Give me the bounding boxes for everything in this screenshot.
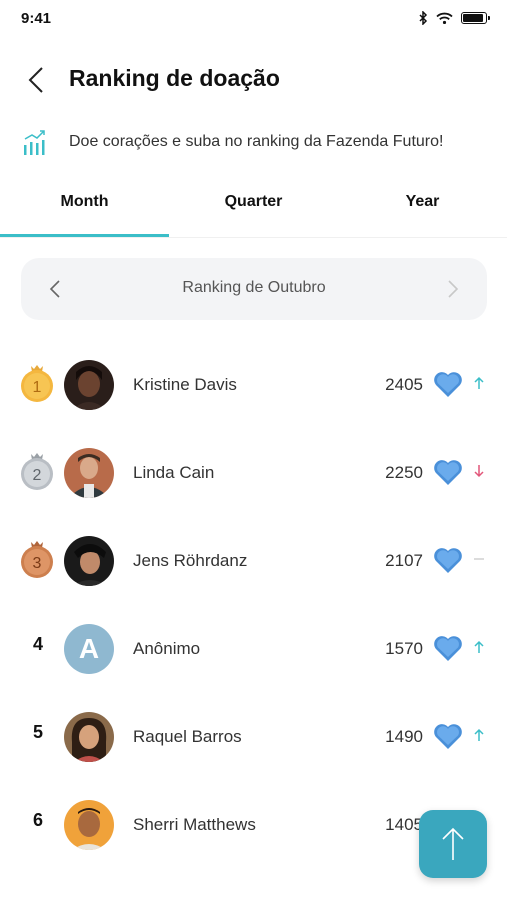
participant-name: Jens Röhrdanz: [133, 551, 248, 570]
medal-rank-number: 3: [33, 555, 42, 572]
trend-up-icon: [474, 728, 484, 741]
avatar: [64, 712, 114, 762]
trend-neutral-icon: [474, 558, 484, 560]
promo-banner: Doe corações e suba no ranking da Fazend…: [22, 127, 443, 157]
chart-growth-icon: [24, 130, 45, 155]
heart-icon: [434, 460, 462, 485]
avatar-letter: A: [78, 633, 100, 664]
ranking-row[interactable]: 3 Jens Röhrdanz 2107: [0, 516, 507, 604]
next-period-button[interactable]: [439, 276, 465, 302]
participant-name: Linda Cain: [133, 463, 215, 482]
avatar: [64, 360, 114, 410]
heart-icon: [434, 372, 462, 397]
trend-up-icon: [474, 376, 484, 389]
participant-name: Raquel Barros: [133, 727, 242, 746]
period-selector: Ranking de Outubro: [21, 258, 487, 320]
ranking-row[interactable]: 5 Raquel Barros 1490: [0, 692, 507, 780]
gold-medal-icon: 1: [21, 365, 53, 402]
participant-name: Kristine Davis: [133, 375, 237, 394]
arrow-up-icon: [442, 827, 464, 860]
heart-count: 1570: [385, 639, 423, 658]
participant-name: Sherri Matthews: [133, 815, 256, 834]
status-bar: 9:41: [0, 0, 507, 40]
status-time: 9:41: [21, 10, 52, 27]
ranking-row[interactable]: 2 Linda Cain 2250: [0, 428, 507, 516]
header: Ranking de doação: [0, 50, 507, 110]
chevron-right-icon: [448, 280, 459, 298]
battery-icon: [461, 12, 490, 24]
tabs-divider: [0, 237, 507, 238]
heart-icon: [434, 636, 462, 661]
rank-number: 5: [32, 722, 43, 742]
promo-text: Doe corações e suba no ranking da Fazend…: [69, 133, 444, 150]
heart-count: 1490: [385, 727, 423, 746]
bluetooth-icon: [419, 11, 428, 25]
chevron-left-icon: [28, 67, 43, 93]
avatar: [64, 448, 114, 498]
page-title: Ranking de doação: [69, 65, 280, 91]
wifi-icon: [436, 12, 453, 24]
rank-number: 4: [32, 634, 43, 654]
ranking-row[interactable]: 4 A Anônimo 1570: [0, 604, 507, 692]
heart-count: 2250: [385, 463, 423, 482]
heart-count: 2405: [385, 375, 423, 394]
heart-icon: [434, 548, 462, 573]
scroll-to-top-button[interactable]: [419, 810, 487, 878]
medal-rank-number: 1: [33, 379, 42, 396]
tab-year[interactable]: Year: [338, 180, 507, 238]
anonymous-avatar: A: [64, 624, 114, 674]
trend-down-icon: [474, 465, 484, 478]
rank-number: 6: [32, 810, 43, 830]
participant-name: Anônimo: [133, 639, 201, 658]
back-button[interactable]: [20, 62, 56, 98]
avatar: [64, 536, 114, 586]
period-tabs: Month Quarter Year: [0, 180, 507, 238]
heart-icon: [434, 724, 462, 749]
active-tab-indicator: [0, 234, 169, 237]
tab-month[interactable]: Month: [0, 180, 169, 238]
status-icons: [419, 11, 490, 25]
medal-rank-number: 2: [33, 467, 42, 484]
period-label: Ranking de Outubro: [182, 279, 326, 296]
heart-count: 1405: [385, 815, 423, 834]
avatar: [64, 800, 114, 850]
heart-count: 2107: [385, 551, 423, 570]
bronze-medal-icon: 3: [21, 541, 53, 578]
tab-quarter[interactable]: Quarter: [169, 180, 338, 238]
silver-medal-icon: 2: [21, 453, 53, 490]
ranking-row[interactable]: 1 Kristine Davis 2405: [0, 340, 507, 428]
trend-up-icon: [474, 640, 484, 653]
